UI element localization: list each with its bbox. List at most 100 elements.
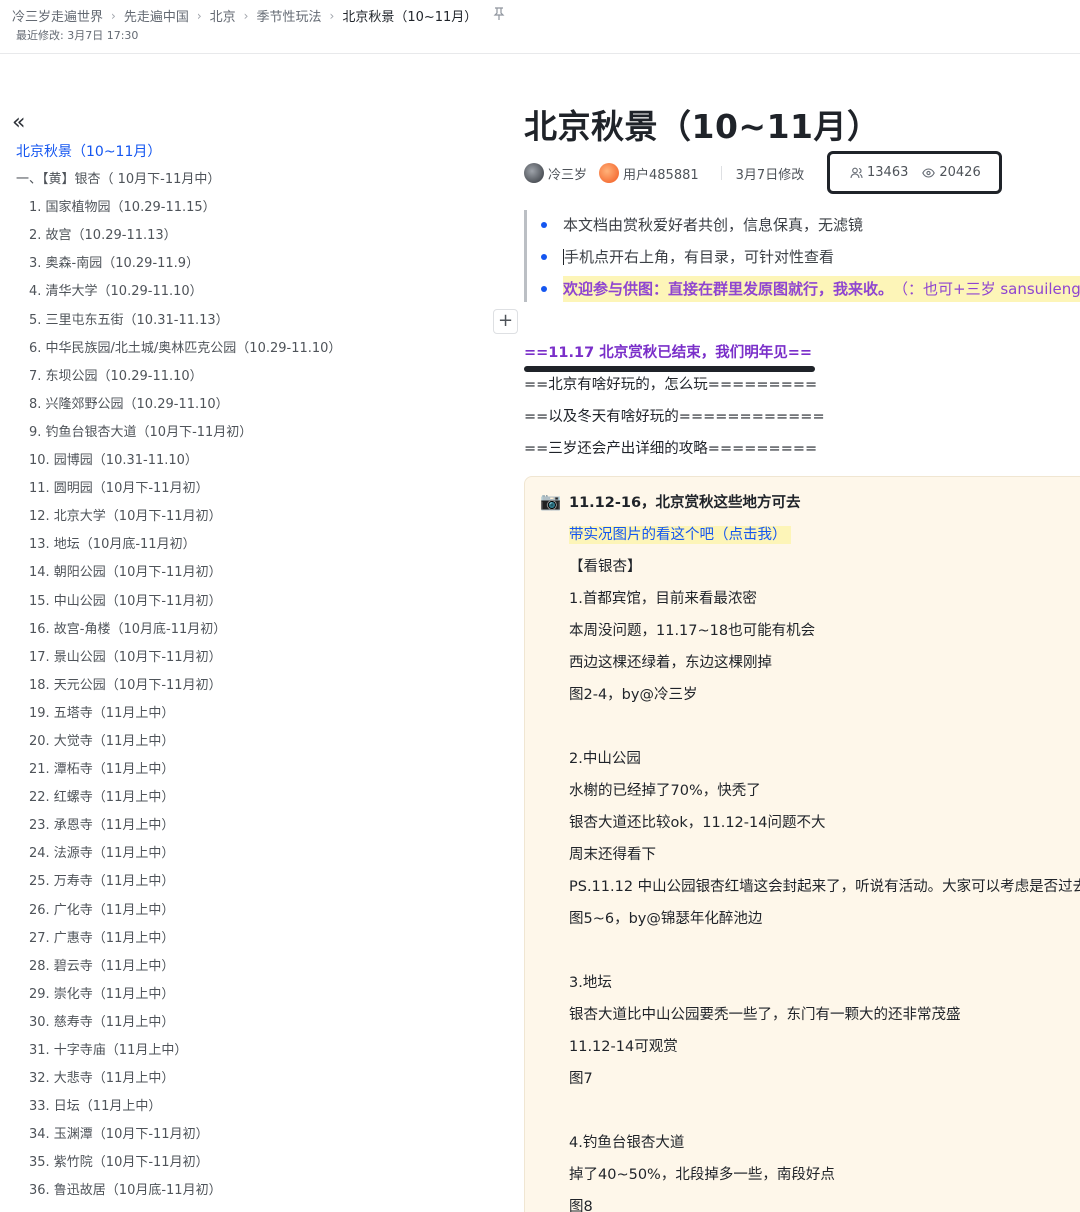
announcement-text: ==11.17 北京赏秋已结束，我们明年见== [524,345,813,361]
toc-item[interactable]: 32. 大悲寺（11月上中） [16,1068,496,1096]
toc-item[interactable]: 7. 东坝公园（10.29-11.10） [16,366,496,394]
toc-item[interactable]: 33. 日坛（11月上中） [16,1096,496,1124]
quote-highlight-text: （：也可+三岁 sansuileng [893,276,1080,302]
callout-text: 【看银杏】 [569,559,642,575]
toc-item[interactable]: 31. 十字寺庙（11月上中） [16,1040,496,1068]
author-name[interactable]: 冷三岁 [548,164,587,183]
users-icon [850,167,863,178]
doc-stats[interactable]: 13463 20426 [827,151,1002,194]
toc-item[interactable]: 19. 五塔寺（11月上中） [16,703,496,731]
breadcrumb-separator-icon: › [196,8,202,23]
callout-text: 1.首都宾馆，目前来看最浓密 [569,591,757,607]
callout-text: 2.中山公园 [569,751,641,767]
add-block-button[interactable]: + [493,309,518,334]
callout-link-line: 带实况图片的看这个吧（点击我） [569,523,791,547]
breadcrumb-separator-icon: › [243,8,249,23]
toc-item[interactable]: 10. 园博园（10.31-11.10） [16,450,496,478]
quote-bullet: 本文档由赏秋爱好者共创，信息保真，无滤镜 [541,213,863,237]
doc-meta: 冷三岁 用户485881 3月7日修改 [524,161,804,185]
toc-item[interactable]: 1. 国家植物园（10.29-11.15） [16,197,496,225]
views-count: 20426 [939,165,981,180]
avatar[interactable] [524,163,544,183]
callout-text: 掉了40~50%，北段掉多一些，南段好点 [569,1167,835,1183]
toc-item[interactable]: 22. 红螺寺（11月上中） [16,787,496,815]
toc-item[interactable]: 5. 三里屯东五街（10.31-11.13） [16,310,496,338]
collapse-toc-icon[interactable]: « [12,112,25,134]
toc-item[interactable]: 23. 承恩寺（11月上中） [16,815,496,843]
toc-item[interactable]: 11. 圆明园（10月下-11月初） [16,478,496,506]
toc-item[interactable]: 12. 北京大学（10月下-11月初） [16,506,496,534]
breadcrumb-item-beijing[interactable]: 北京 [210,6,236,25]
bullet-icon [541,222,547,228]
collaborators-count: 13463 [867,165,909,180]
quote-text: 手机点开右上角，有目录，可针对性查看 [564,248,835,266]
breadcrumb-item-china[interactable]: 先走遍中国 [124,6,189,25]
toc-item[interactable]: 34. 玉渊潭（10月下-11月初） [16,1124,496,1152]
breadcrumb: 冷三岁走遍世界 › 先走遍中国 › 北京 › 季节性玩法 › 北京秋景（10~1… [12,6,505,25]
quote-block[interactable]: 本文档由赏秋爱好者共创，信息保真，无滤镜 手机点开右上角，有目录，可针对性查看 … [524,210,1080,302]
breadcrumb-item-world[interactable]: 冷三岁走遍世界 [12,6,103,25]
toc-item[interactable]: 13. 地坛（10月底-11月初） [16,534,496,562]
quote-bullet: 欢迎参与供图：直接在群里发原图就行，我来收。 （：也可+三岁 sansuilen… [541,276,1080,302]
callout-text: 11.12-14可观赏 [569,1039,678,1055]
avatar[interactable] [599,163,620,183]
toc-item[interactable]: 35. 紫竹院（10月下-11月初） [16,1152,496,1180]
views-stat: 20426 [922,165,981,180]
divider [720,166,722,180]
callout-text: 西边这棵还绿着，东边这棵刚掉 [569,655,772,671]
callout-heading: 11.12-16，北京赏秋这些地方可去 [569,495,801,511]
quote-text: 本文档由赏秋爱好者共创，信息保真，无滤镜 [563,216,864,234]
callout-text: 水榭的已经掉了70%，快秃了 [569,783,761,799]
toc-item[interactable]: 25. 万寿寺（11月上中） [16,871,496,899]
callout-text: 图7 [569,1071,593,1087]
top-bar: 冷三岁走遍世界 › 先走遍中国 › 北京 › 季节性玩法 › 北京秋景（10~1… [0,0,1080,54]
toc-item[interactable]: 一、【黄】银杏（ 10月下-11月中） [16,169,496,197]
toc-item[interactable]: 8. 兴隆郊野公园（10.29-11.10） [16,394,496,422]
callout-text: PS.11.12 中山公园银杏红墙这会封起来了，听说有活动。大家可以考虑是否过去 [569,879,1080,895]
toc-item[interactable]: 36. 鲁迅故居（10月底-11月初） [16,1180,496,1208]
callout-text: 银杏大道还比较ok，11.12-14问题不大 [569,815,826,831]
callout-text: 图8 [569,1199,593,1212]
toc-item[interactable]: 24. 法源寺（11月上中） [16,843,496,871]
toc-item[interactable]: 20. 大觉寺（11月上中） [16,731,496,759]
toc-item[interactable]: 9. 钓鱼台银杏大道（10月下-11月初） [16,422,496,450]
toc-item[interactable]: 17. 景山公园（10月下-11月初） [16,647,496,675]
last-modified-text: 最近修改: 3月7日 17:30 [16,29,139,42]
callout-text: 周末还得看下 [569,847,656,863]
toc-item[interactable]: 27. 广惠寺（11月上中） [16,928,496,956]
breadcrumb-separator-icon: › [329,8,335,23]
annotation-underline [524,366,815,372]
author-name[interactable]: 用户485881 [623,164,699,183]
toc-item-active[interactable]: 北京秋景（10~11月） [16,141,496,169]
breadcrumb-separator-icon: › [111,8,116,23]
toc-item[interactable]: 14. 朝阳公园（10月下-11月初） [16,562,496,590]
toc-item[interactable]: 15. 中山公园（10月下-11月初） [16,591,496,619]
toc-item[interactable]: 6. 中华民族园/北土城/奥林匹克公园（10.29-11.10） [16,338,496,366]
callout-text: 3.地坛 [569,975,612,991]
toc-item[interactable]: 2. 故宫（10.29-11.13） [16,225,496,253]
pin-icon[interactable] [493,7,505,24]
callout-text: 图2-4，by@冷三岁 [569,687,698,703]
quote-bullet: 手机点开右上角，有目录，可针对性查看 [541,245,834,269]
toc-item[interactable]: 30. 慈寿寺（11月上中） [16,1012,496,1040]
photo-link[interactable]: 带实况图片的看这个吧（点击我） [569,526,791,544]
bullet-icon [541,286,547,292]
callout-text: 本周没问题，11.17~18也可能有机会 [569,623,816,639]
quote-highlight-text: 欢迎参与供图：直接在群里发原图就行，我来收。 [563,276,894,302]
toc-item[interactable]: 29. 崇化寺（11月上中） [16,984,496,1012]
toc-item[interactable]: 16. 故宫-角楼（10月底-11月初） [16,619,496,647]
toc-item[interactable]: 21. 潭柘寺（11月上中） [16,759,496,787]
toc-item[interactable]: 18. 天元公园（10月下-11月初） [16,675,496,703]
toc-item[interactable]: 28. 碧云寺（11月上中） [16,956,496,984]
bullet-icon [541,254,547,260]
collaborators-stat: 13463 [850,165,908,180]
breadcrumb-item-current[interactable]: 北京秋景（10~11月） [342,6,477,25]
toc-item[interactable]: 4. 清华大学（10.29-11.10） [16,281,496,309]
callout-text: 4.钓鱼台银杏大道 [569,1135,685,1151]
toc-item[interactable]: 3. 奥森-南园（10.29-11.9） [16,253,496,281]
toc-item[interactable]: 26. 广化寺（11月上中） [16,900,496,928]
modified-date: 3月7日修改 [735,167,805,183]
table-of-contents: 北京秋景（10~11月） 一、【黄】银杏（ 10月下-11月中） 1. 国家植物园（… [16,141,496,1209]
camera-icon: 📷 [540,492,562,512]
breadcrumb-item-seasonal[interactable]: 季节性玩法 [256,6,321,25]
